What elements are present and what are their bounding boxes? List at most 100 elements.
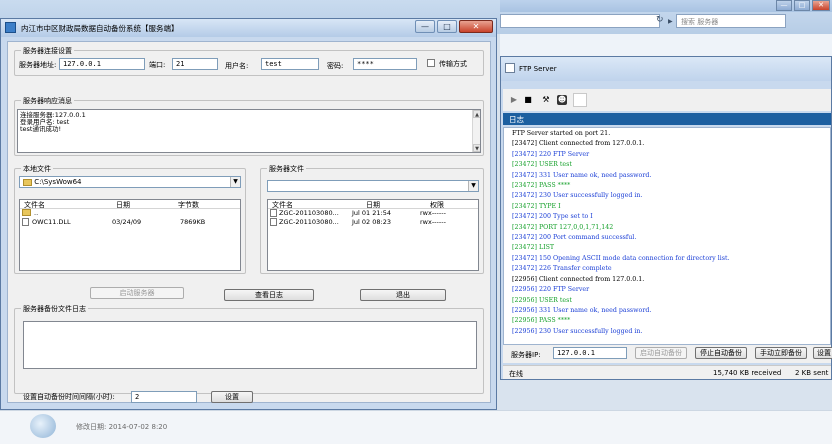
list-item[interactable]: .. (20, 209, 240, 218)
address-label: 服务器地址: (19, 61, 57, 69)
modified-date: 修改日期: 2014-07-02 8:20 (76, 423, 168, 431)
password-field[interactable]: **** (353, 58, 417, 70)
connection-group: 服务器连接设置 服务器地址: 127.0.0.1 端口: 21 用户名: tes… (14, 46, 484, 76)
file-icon (270, 209, 277, 217)
user-label: 用户名: (225, 62, 249, 70)
close-button[interactable]: ✕ (459, 20, 493, 33)
server-ip-field[interactable]: 127.0.0.1 (553, 347, 627, 359)
file-date: 03/24/09 (112, 218, 142, 226)
list-item[interactable]: ZGC-201103080... Jul 01 21:54 rwx------ (268, 209, 478, 218)
server-file-list[interactable]: 文件名 日期 权限 ZGC-201103080... Jul 01 21:54 … (267, 199, 479, 271)
status-received: 15,740 KB received (713, 369, 782, 377)
interval-field[interactable]: 2 (131, 391, 197, 403)
set-interval-button[interactable]: 设置 (211, 391, 253, 403)
stop-auto-backup-button[interactable]: 停止自动备份 (695, 347, 747, 359)
log-line: [23472] 220 FTP Server (512, 150, 590, 158)
app-icon (5, 22, 16, 33)
chevron-down-icon[interactable]: ▼ (230, 177, 240, 187)
arrow-right-icon[interactable]: ▶ (668, 18, 673, 25)
server-path-select[interactable]: ▼ (267, 180, 479, 192)
explorer-address-bar[interactable] (500, 14, 660, 28)
port-label: 端口: (149, 61, 166, 69)
file-permission: rwx------ (420, 209, 446, 217)
file-icon (22, 218, 29, 226)
response-line: 连接服务器:127.0.0.1 (20, 111, 86, 119)
log-line: [22956] 220 FTP Server (512, 286, 590, 294)
bg-close-button[interactable]: ✕ (812, 0, 830, 11)
tools-icon[interactable]: ⚒ (541, 95, 551, 105)
file-size: 7869KB (180, 218, 206, 226)
window-title: 内江市中区财政局数据自动备份系统【服务端】 (21, 24, 179, 33)
start-server-button[interactable]: 启动服务器 (90, 287, 184, 299)
log-line: [23472] PORT 127,0,0,1,71,142 (512, 223, 614, 231)
connection-group-label: 服务器连接设置 (21, 46, 74, 56)
settings-button[interactable]: 设置 (813, 347, 832, 359)
local-path-value: C:\SysWow64 (34, 178, 82, 186)
refresh-icon[interactable]: ↻ (656, 15, 664, 25)
log-line: FTP Server started on port 21. (512, 130, 611, 137)
transfer-mode-checkbox[interactable] (427, 59, 435, 67)
stop-icon[interactable]: ■ (523, 95, 533, 105)
ftp-window-title: FTP Server (519, 65, 557, 73)
play-icon[interactable]: ▶ (509, 95, 519, 105)
scroll-up-icon[interactable]: ▲ (473, 110, 480, 118)
tab-log[interactable]: 日志 (503, 113, 831, 125)
bg-maximize-button[interactable]: □ (794, 0, 810, 11)
view-log-button[interactable]: 查看日志 (224, 289, 314, 301)
exit-button[interactable]: 退出 (360, 289, 446, 301)
interval-label: 设置自动备份时间间隔(小时): (23, 393, 115, 401)
file-name: ZGC-201103080... (279, 218, 339, 226)
log-line: [22956] 331 User name ok, need password. (512, 306, 652, 314)
maximize-button[interactable]: □ (437, 20, 457, 33)
server-list-header: 文件名 日期 权限 (268, 200, 478, 209)
backup-log-textarea[interactable] (23, 321, 477, 369)
folder-icon (22, 209, 31, 216)
log-line: [23472] TYPE I (512, 202, 561, 210)
main-client-area: 服务器连接设置 服务器地址: 127.0.0.1 端口: 21 用户名: tes… (7, 41, 491, 403)
address-field[interactable]: 127.0.0.1 (59, 58, 145, 70)
users-icon[interactable]: ☻ (557, 95, 567, 105)
log-line: [23472] USER test (512, 161, 572, 169)
minimize-button[interactable]: — (415, 20, 435, 33)
backup-log-label: 服务器备份文件日志 (21, 304, 88, 314)
log-line: [23472] 200 Type set to I (512, 213, 593, 221)
server-files-group: 服务器文件 ▼ 文件名 日期 权限 ZGC-201103080... Jul 0… (260, 164, 484, 274)
file-name: OWC11.DLL (32, 218, 71, 226)
explorer-search-input[interactable]: 搜索 服务器 (676, 14, 786, 28)
file-permission: rwx------ (420, 218, 446, 226)
log-line: [23472] 150 Opening ASCII mode data conn… (512, 254, 730, 262)
response-group-label: 服务器响应消息 (21, 96, 74, 106)
log-line: [23472] 226 Transfer complete (512, 265, 612, 273)
backup-now-button[interactable]: 手动立即备份 (755, 347, 807, 359)
response-line: 登录用户名: test (20, 118, 70, 126)
port-field[interactable]: 21 (172, 58, 218, 70)
file-date: Jul 02 08:23 (352, 218, 391, 226)
response-textarea[interactable]: 连接服务器:127.0.0.1 登录用户名: test test通讯成功! ▲ … (17, 109, 481, 153)
ftp-app-icon (505, 63, 515, 73)
local-list-header: 文件名 日期 字节数 (20, 200, 240, 209)
start-auto-backup-button[interactable]: 启动自动备份 (635, 347, 687, 359)
log-line: [23472] 230 User successfully logged in. (512, 192, 643, 200)
log-line: [23472] LIST (512, 244, 555, 252)
local-files-group: 本地文件 C:\SysWow64 ▼ 文件名 日期 字节数 .. OWC11.D… (14, 164, 246, 274)
user-field[interactable]: test (261, 58, 319, 70)
scroll-down-icon[interactable]: ▼ (473, 144, 480, 152)
chevron-down-icon[interactable]: ▼ (468, 181, 478, 191)
response-line: test通讯成功! (20, 125, 62, 133)
ftp-status-bar: 在线 15,740 KB received 2 KB sent (503, 365, 831, 379)
local-path-select[interactable]: C:\SysWow64 ▼ (19, 176, 241, 188)
response-scrollbar[interactable]: ▲ ▼ (472, 110, 480, 152)
explorer-content (500, 34, 832, 56)
folder-icon (23, 178, 32, 186)
list-item[interactable]: OWC11.DLL 03/24/09 7869KB (20, 218, 240, 227)
bg-minimize-button[interactable]: — (776, 0, 792, 11)
status-sent: 2 KB sent (795, 369, 829, 377)
log-line: [22956] Client connected from 127.0.0.1. (512, 275, 645, 283)
file-icon (270, 218, 277, 226)
list-item[interactable]: ZGC-201103080... Jul 02 08:23 rwx------ (268, 218, 478, 227)
ftp-titlebar: FTP Server (501, 57, 831, 81)
status-online: 在线 (509, 370, 523, 378)
local-file-list[interactable]: 文件名 日期 字节数 .. OWC11.DLL 03/24/09 7869KB (19, 199, 241, 271)
file-icon (30, 414, 56, 438)
ftp-log-pane: FTP Server started on port 21. [23472] Cl… (503, 127, 831, 345)
